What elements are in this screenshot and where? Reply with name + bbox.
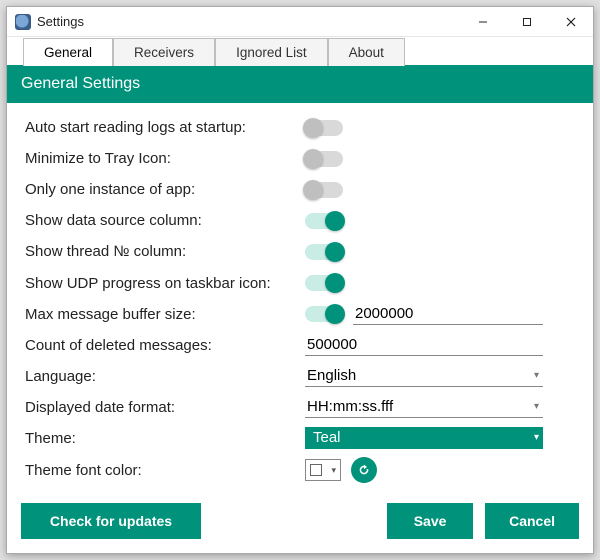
row-language: Language: English ▾ <box>25 364 575 389</box>
toggle-minimize-tray[interactable] <box>305 151 343 167</box>
row-auto-start: Auto start reading logs at startup: <box>25 115 575 140</box>
row-date-format: Displayed date format: HH:mm:ss.fff ▾ <box>25 395 575 420</box>
check-updates-button[interactable]: Check for updates <box>21 503 201 539</box>
color-swatch <box>310 464 322 476</box>
label-date-format: Displayed date format: <box>25 399 305 416</box>
tab-general[interactable]: General <box>23 38 113 66</box>
label-theme: Theme: <box>25 430 305 447</box>
reset-icon <box>357 463 371 477</box>
input-max-buffer[interactable] <box>353 303 543 325</box>
tab-about[interactable]: About <box>328 38 405 66</box>
toggle-auto-start[interactable] <box>305 120 343 136</box>
label-deleted-count: Count of deleted messages: <box>25 337 305 354</box>
tab-ignored-list[interactable]: Ignored List <box>215 38 328 66</box>
tab-bar: General Receivers Ignored List About <box>7 37 593 65</box>
label-one-instance: Only one instance of app: <box>25 181 305 198</box>
row-max-buffer: Max message buffer size: <box>25 302 575 327</box>
select-date-format-value: HH:mm:ss.fff <box>307 398 393 415</box>
close-button[interactable] <box>549 7 593 36</box>
row-data-source: Show data source column: <box>25 208 575 233</box>
label-minimize-tray: Minimize to Tray Icon: <box>25 150 305 167</box>
toggle-max-buffer[interactable] <box>305 306 343 322</box>
chevron-down-icon: ▾ <box>534 401 539 412</box>
select-date-format[interactable]: HH:mm:ss.fff ▾ <box>305 396 543 418</box>
label-language: Language: <box>25 368 305 385</box>
footer: Check for updates Save Cancel <box>7 491 593 553</box>
select-theme[interactable]: Teal ▾ <box>305 427 543 449</box>
toggle-data-source[interactable] <box>305 213 343 229</box>
minimize-button[interactable] <box>461 7 505 36</box>
row-theme: Theme: Teal ▾ <box>25 426 575 451</box>
chevron-down-icon: ▾ <box>331 465 336 476</box>
row-one-instance: Only one instance of app: <box>25 177 575 202</box>
row-minimize-tray: Minimize to Tray Icon: <box>25 146 575 171</box>
cancel-button[interactable]: Cancel <box>485 503 579 539</box>
color-picker[interactable]: ▾ <box>305 459 341 481</box>
select-theme-value: Teal <box>313 429 341 446</box>
footer-spacer <box>213 503 375 539</box>
input-deleted-count[interactable] <box>305 334 543 356</box>
toggle-thread-no[interactable] <box>305 244 343 260</box>
label-auto-start: Auto start reading logs at startup: <box>25 119 305 136</box>
save-button[interactable]: Save <box>387 503 473 539</box>
titlebar: Settings <box>7 7 593 37</box>
toggle-one-instance[interactable] <box>305 182 343 198</box>
settings-window: Settings General Receivers Ignored List … <box>6 6 594 554</box>
tab-receivers[interactable]: Receivers <box>113 38 215 66</box>
window-title: Settings <box>37 14 461 29</box>
select-language[interactable]: English ▾ <box>305 365 543 387</box>
app-icon <box>15 14 31 30</box>
settings-panel: Auto start reading logs at startup: Mini… <box>7 103 593 491</box>
window-controls <box>461 7 593 36</box>
toggle-udp-progress[interactable] <box>305 275 343 291</box>
row-deleted-count: Count of deleted messages: <box>25 333 575 358</box>
row-udp-progress: Show UDP progress on taskbar icon: <box>25 270 575 295</box>
label-thread-no: Show thread № column: <box>25 243 305 260</box>
section-header: General Settings <box>7 65 593 103</box>
select-language-value: English <box>307 367 356 384</box>
row-thread-no: Show thread № column: <box>25 239 575 264</box>
label-data-source: Show data source column: <box>25 212 305 229</box>
label-theme-font-color: Theme font color: <box>25 462 305 479</box>
reset-color-button[interactable] <box>351 457 377 483</box>
chevron-down-icon: ▾ <box>534 370 539 381</box>
label-udp-progress: Show UDP progress on taskbar icon: <box>25 275 305 292</box>
label-max-buffer: Max message buffer size: <box>25 306 305 323</box>
maximize-button[interactable] <box>505 7 549 36</box>
chevron-down-icon: ▾ <box>534 432 539 443</box>
row-theme-font-color: Theme font color: ▾ <box>25 457 575 483</box>
